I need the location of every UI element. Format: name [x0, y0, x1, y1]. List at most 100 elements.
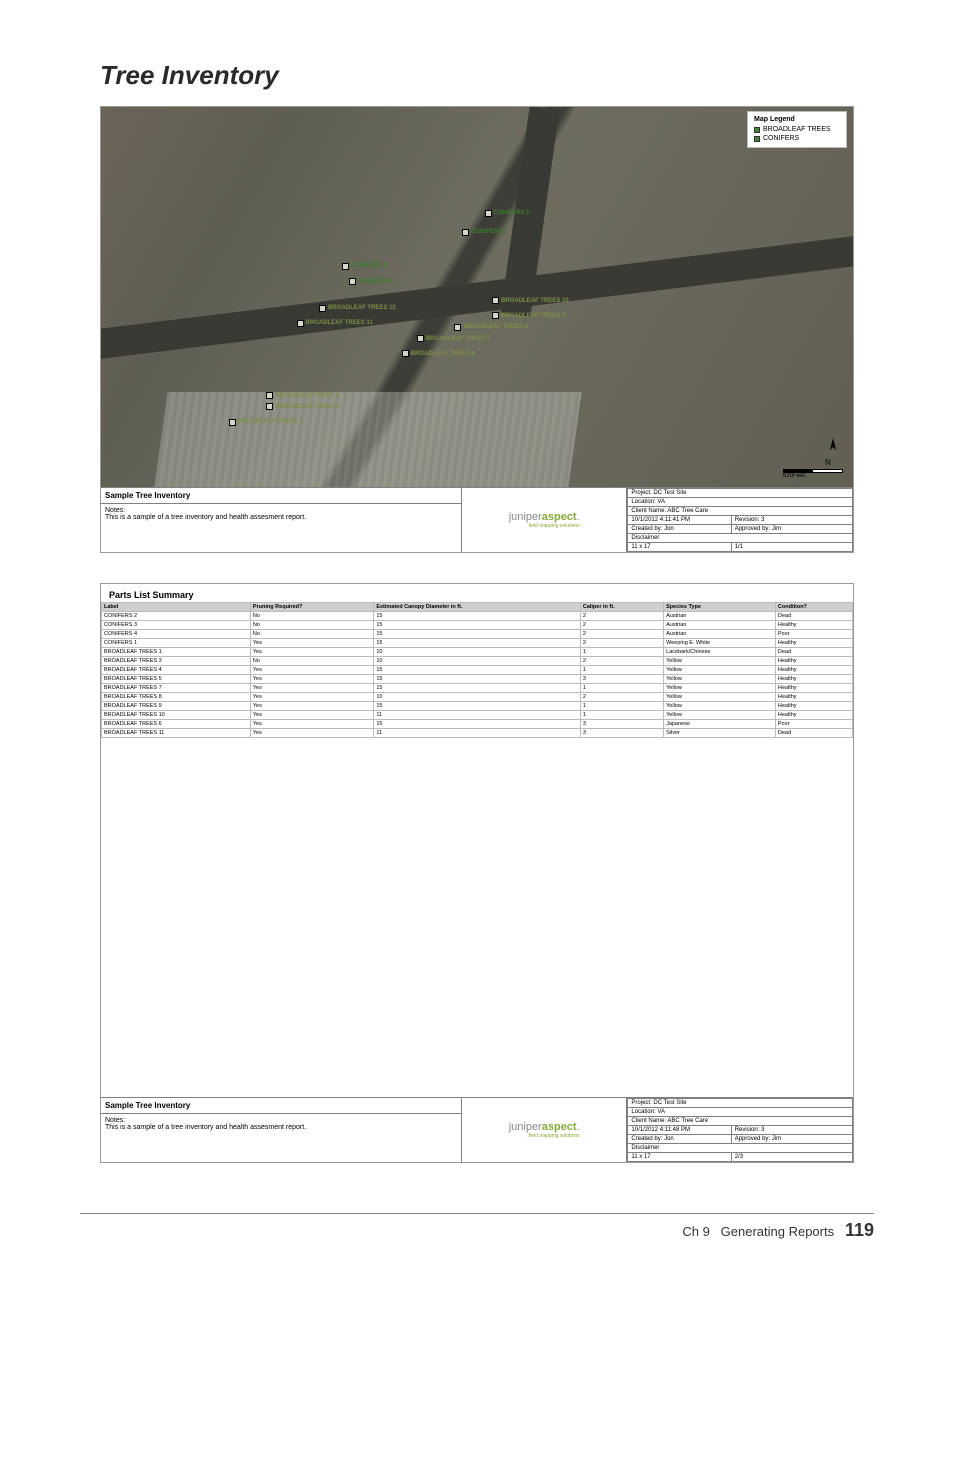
table-cell: Yellow: [664, 675, 776, 684]
table-cell: 1: [580, 702, 663, 711]
table-cell: Yes: [250, 693, 373, 702]
tree-pin-icon: [229, 419, 236, 426]
table-cell: 2: [580, 612, 663, 621]
table-cell: Dead: [775, 612, 852, 621]
table-cell: 15: [374, 684, 581, 693]
tree-label-text: BROADLEAF TREES 8: [463, 324, 527, 330]
table-row: BROADLEAF TREES 1Yes101Lacebark/ChineseD…: [102, 648, 853, 657]
tree-pin-icon: [266, 392, 273, 399]
table-cell: BROADLEAF TREES 6: [102, 720, 251, 729]
table-cell: BROADLEAF TREES 4: [102, 666, 251, 675]
logo-accent: aspect: [542, 1121, 577, 1133]
tree-label: BROADLEAF TREES 10: [492, 297, 569, 304]
info-cell: Created by: Jon: [628, 1135, 731, 1144]
table-cell: Yellow: [664, 693, 776, 702]
table-cell: Healthy: [775, 684, 852, 693]
table-cell: Japanese: [664, 720, 776, 729]
tree-pin-icon: [319, 305, 326, 312]
table-cell: 3: [580, 729, 663, 738]
table-cell: Healthy: [775, 666, 852, 675]
table-cell: Yes: [250, 639, 373, 648]
compass-label: N: [825, 458, 831, 467]
tree-pin-icon: [417, 335, 424, 342]
info-cell: Location: VA: [628, 498, 853, 507]
legend-label: BROADLEAF TREES: [763, 125, 831, 134]
tree-pin-icon: [492, 312, 499, 319]
table-cell: Yellow: [664, 684, 776, 693]
info-cell: 10/1/2012 4:11:48 PM: [628, 1126, 731, 1135]
table-header: Caliper in ft.: [580, 603, 663, 612]
tree-pin-icon: [492, 297, 499, 304]
table-cell: Dead: [775, 729, 852, 738]
report-notes: Notes: This is a sample of a tree invent…: [101, 1114, 461, 1145]
info-table: Project: DC Test SiteLocation: VAClient …: [627, 488, 853, 552]
table-cell: Yes: [250, 648, 373, 657]
table-header: Condition?: [775, 603, 852, 612]
table-row: BROADLEAF TREES 6Yes153JapanesePoor: [102, 720, 853, 729]
notes-label: Notes:: [105, 1117, 125, 1124]
table-cell: Silver: [664, 729, 776, 738]
tree-label: BROADLEAF TREES 3: [229, 419, 302, 426]
table-cell: CONIFERS 3: [102, 621, 251, 630]
table-cell: Austrian: [664, 630, 776, 639]
table-cell: Poor: [775, 630, 852, 639]
parts-footer: Sample Tree Inventory Notes: This is a s…: [101, 1097, 853, 1162]
legend-label: CONIFERS: [763, 134, 799, 143]
table-cell: 15: [374, 666, 581, 675]
table-cell: Austrian: [664, 621, 776, 630]
table-cell: Healthy: [775, 639, 852, 648]
table-cell: No: [250, 657, 373, 666]
table-row: BROADLEAF TREES 4Yes151YellowHealthy: [102, 666, 853, 675]
table-cell: 15: [374, 621, 581, 630]
tree-icon: [754, 136, 760, 142]
logo-tagline: field mapping solutions: [509, 1133, 580, 1139]
info-cell: Disclaimer: [628, 534, 853, 543]
table-cell: 10: [374, 648, 581, 657]
tree-pin-icon: [485, 210, 492, 217]
table-cell: BROADLEAF TREES 11: [102, 729, 251, 738]
info-cell: Revision: 3: [731, 516, 852, 525]
table-cell: Yes: [250, 711, 373, 720]
table-cell: Healthy: [775, 693, 852, 702]
tree-label: BROADLEAF TREES 12: [319, 305, 396, 312]
tree-label: BROADLEAF TREES 8: [454, 324, 527, 331]
info-cell: 11 x 17: [628, 1153, 731, 1162]
table-cell: No: [250, 621, 373, 630]
legend-title: Map Legend: [754, 116, 840, 123]
table-cell: BROADLEAF TREES 8: [102, 693, 251, 702]
report-footer: Sample Tree Inventory Notes: This is a s…: [101, 487, 853, 552]
table-cell: Healthy: [775, 702, 852, 711]
tree-label-text: BROADLEAF TREES 3: [238, 419, 302, 425]
tree-label-text: BROADLEAF TREES 12: [328, 305, 396, 311]
table-cell: Yes: [250, 684, 373, 693]
table-row: BROADLEAF TREES 10Yes111YellowHealthy: [102, 711, 853, 720]
table-cell: Poor: [775, 720, 852, 729]
tree-label-text: BROADLEAF TREES 6: [411, 351, 475, 357]
table-cell: 11: [374, 729, 581, 738]
logo-dot: .: [577, 1121, 580, 1133]
info-cell: Client Name: ABC Tree Care: [628, 507, 853, 516]
tree-label: BROADLEAF TREES 11: [297, 320, 373, 327]
tree-pin-icon: [402, 350, 409, 357]
table-header: Pruning Required?: [250, 603, 373, 612]
tree-pin-icon: [454, 324, 461, 331]
info-cell: Approved by: Jim: [731, 1135, 852, 1144]
report-title: Sample Tree Inventory: [101, 488, 461, 504]
tree-label: CONIFERS 2: [462, 229, 507, 236]
table-cell: No: [250, 630, 373, 639]
parts-table: LabelPruning Required?Estimated Canopy D…: [101, 602, 853, 738]
report-title: Sample Tree Inventory: [101, 1098, 461, 1114]
table-cell: 2: [580, 630, 663, 639]
table-cell: CONIFERS 2: [102, 612, 251, 621]
tree-label: BROADLEAF TREES 5: [266, 392, 339, 399]
table-cell: 10: [374, 657, 581, 666]
tree-label: BROADLEAF TREES 9: [492, 312, 565, 319]
table-row: BROADLEAF TREES 5Yes153YellowHealthy: [102, 675, 853, 684]
info-cell: Client Name: ABC Tree Care: [628, 1117, 853, 1126]
info-cell: 10/1/2012 4:11:41 PM: [628, 516, 731, 525]
table-cell: 3: [580, 720, 663, 729]
table-cell: 1: [580, 711, 663, 720]
table-cell: Healthy: [775, 675, 852, 684]
tree-label-text: BROADLEAF TREES 4: [275, 404, 339, 410]
table-cell: Yes: [250, 720, 373, 729]
